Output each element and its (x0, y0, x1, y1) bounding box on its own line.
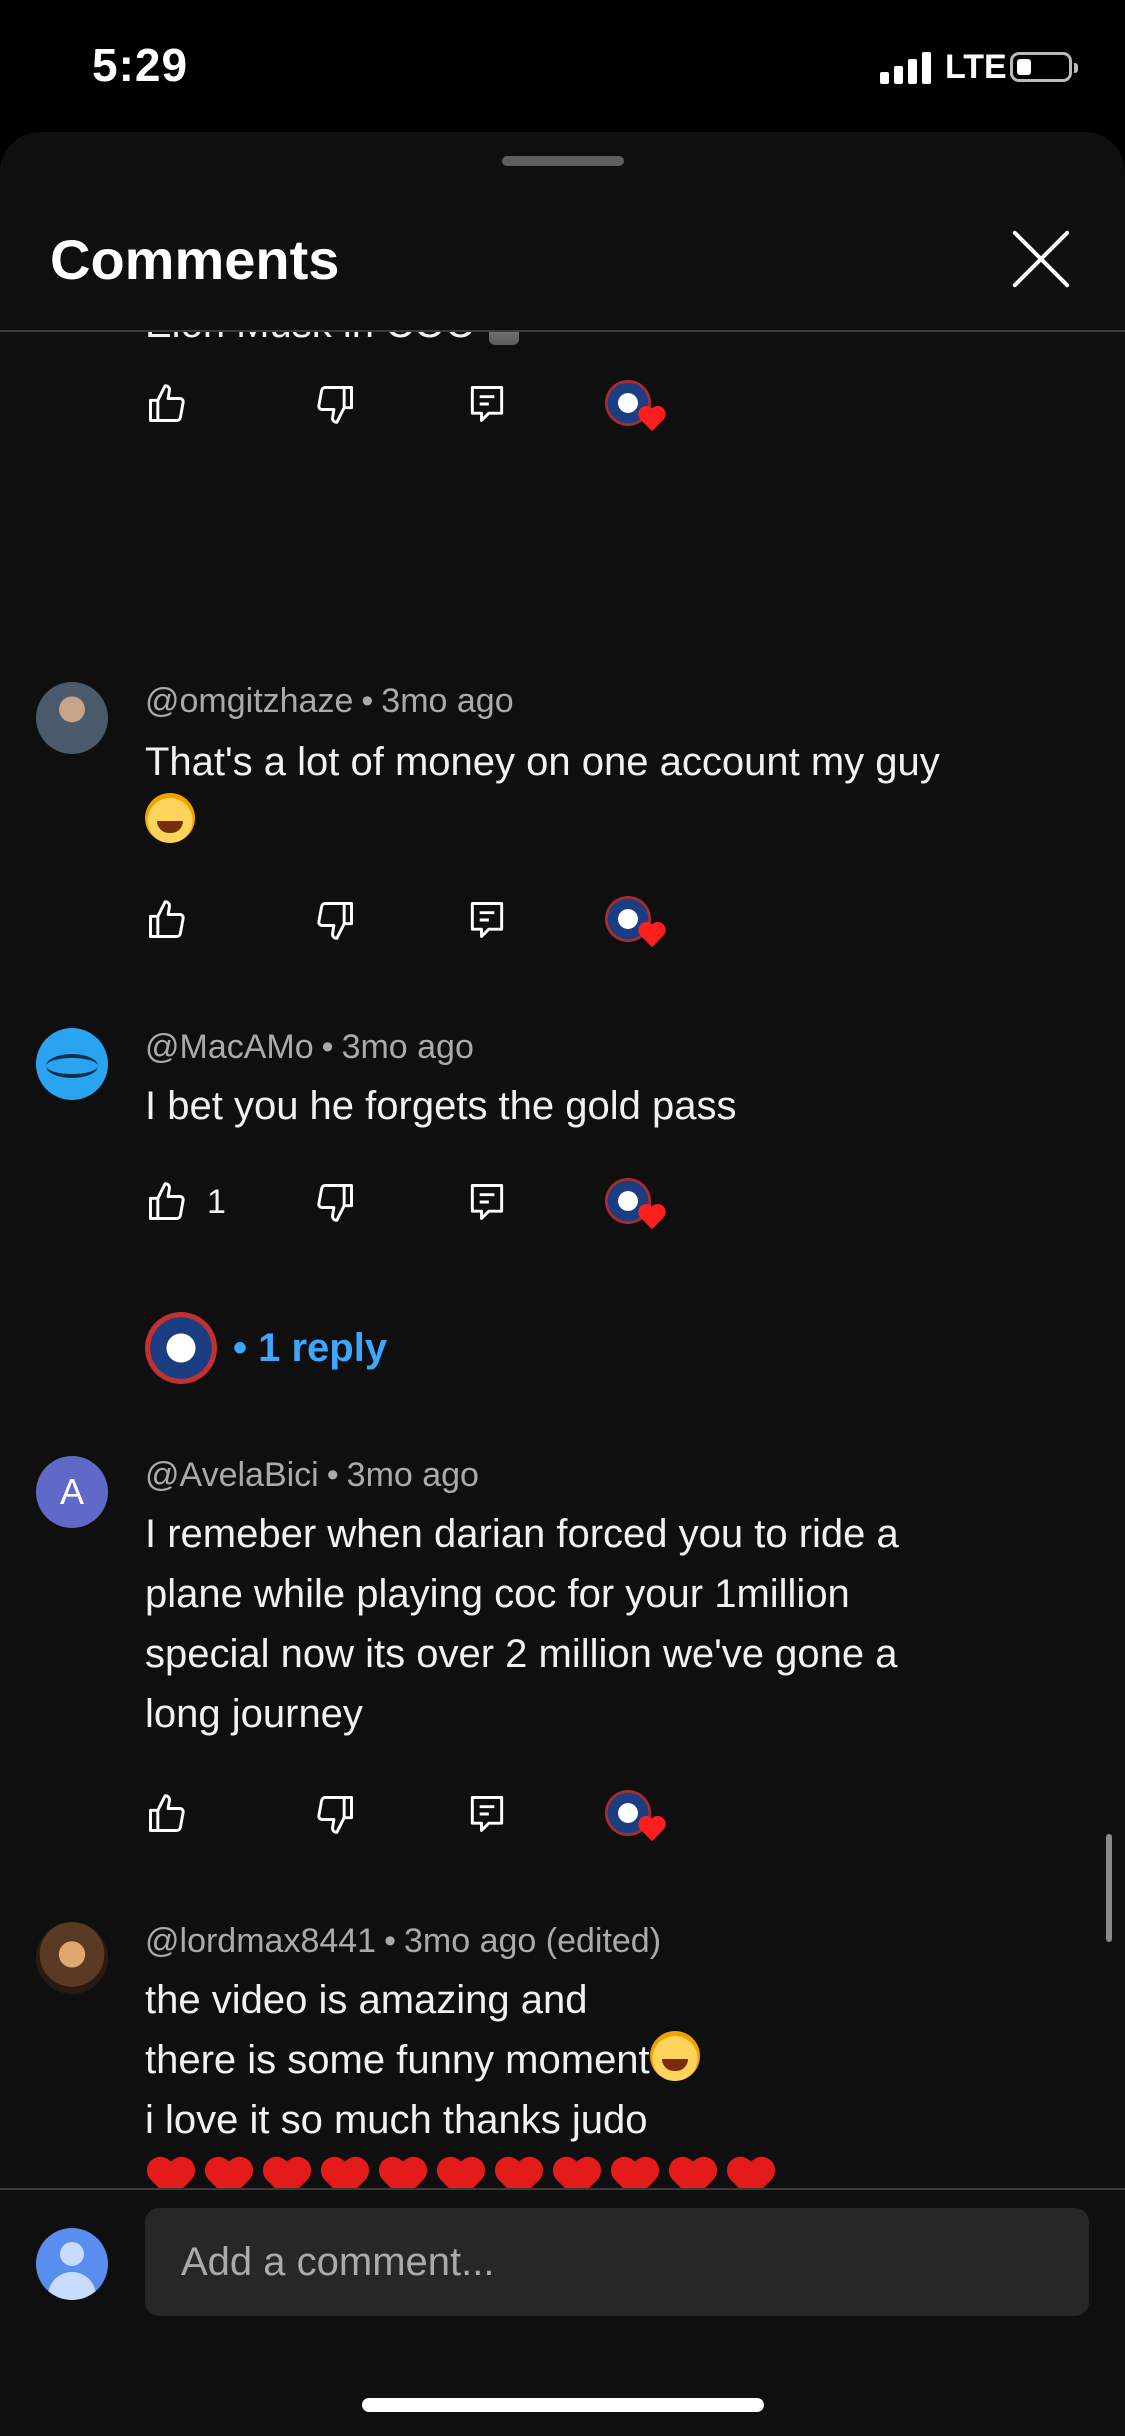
like-button[interactable] (145, 890, 189, 950)
dislike-button[interactable] (313, 1784, 357, 1844)
comment-list[interactable]: Elon Musk in COC @omgitzhaze•3mo ago (0, 332, 1125, 2320)
status-time: 5:29 (92, 39, 189, 91)
dislike-icon (317, 1796, 353, 1834)
scrollbar[interactable] (1106, 1834, 1112, 1942)
creator-avatar (145, 1312, 217, 1384)
like-icon (149, 1182, 185, 1220)
avatar[interactable] (36, 1922, 108, 1994)
reply-icon (470, 1184, 504, 1220)
dislike-button[interactable] (313, 1172, 357, 1232)
creator-heart-icon (637, 1814, 667, 1844)
sheet-title: Comments (50, 228, 340, 291)
comment-author[interactable]: @AvelaBici (145, 1456, 319, 1494)
dislike-icon (317, 386, 353, 424)
network-label: LTE (945, 48, 1007, 86)
avatar[interactable] (36, 682, 108, 754)
like-button[interactable] (145, 1784, 189, 1844)
comment-meta: @omgitzhaze • 3mo ago (145, 682, 514, 720)
like-button[interactable]: 1 (145, 1172, 226, 1232)
comment-actions: 1 (145, 1172, 1045, 1232)
reply-button[interactable] (465, 890, 509, 950)
comment-meta: @MacAMo • 3mo ago (145, 1028, 474, 1066)
comment-author[interactable]: @lordmax8441 (145, 1922, 376, 1960)
reply-icon (470, 1796, 504, 1832)
comment-age: 3mo ago (341, 1028, 474, 1066)
comment-actions (145, 890, 1045, 950)
comment-text: I remeber when darian forced you to ride… (145, 1512, 899, 1736)
comment-author[interactable]: @omgitzhaze (145, 682, 353, 720)
laughing-emoji (649, 2031, 700, 2081)
like-icon (149, 900, 185, 938)
comment-meta: @lordmax8441 • 3mo ago (edited) (145, 1922, 662, 1960)
home-indicator[interactable] (362, 2398, 764, 2412)
signal-icon (880, 52, 931, 84)
like-icon (149, 1794, 185, 1832)
drag-handle[interactable] (502, 156, 624, 166)
creator-heart-icon (637, 920, 667, 950)
comment-age: 3mo ago (381, 682, 514, 720)
avatar[interactable]: A (36, 1456, 108, 1528)
creator-heart-icon (637, 404, 667, 434)
reply-button[interactable] (465, 1784, 509, 1844)
comment-text: I bet you he forgets the gold pass (145, 1084, 737, 1128)
dislike-icon (317, 902, 353, 940)
dislike-button[interactable] (313, 374, 357, 434)
creator-heart (605, 890, 669, 950)
comment-age: 3mo ago (346, 1456, 479, 1494)
moai-emoji (489, 332, 520, 345)
partial-comment-text: Elon Musk in COC (145, 332, 520, 347)
comment-actions (145, 1784, 1045, 1844)
comment-text: the video is amazing and there is some f… (145, 1970, 1045, 2204)
reply-icon (470, 902, 504, 938)
replies-count: 1 reply (258, 1325, 388, 1370)
comment-author[interactable]: @MacAMo (145, 1028, 314, 1066)
dislike-button[interactable] (313, 890, 357, 950)
like-icon (149, 384, 185, 422)
creator-heart (605, 374, 669, 434)
comment-actions (145, 374, 1045, 434)
avatar[interactable] (36, 1028, 108, 1100)
laughing-emoji (145, 793, 195, 843)
dislike-icon (317, 1184, 353, 1222)
comment-meta: @AvelaBici • 3mo ago (145, 1456, 479, 1494)
comment-age: 3mo ago (edited) (403, 1922, 662, 1960)
reply-icon (470, 386, 504, 422)
creator-heart (605, 1784, 669, 1844)
reply-button[interactable] (465, 374, 509, 434)
view-replies-button[interactable]: • 1 reply (145, 1310, 387, 1386)
like-count: 1 (207, 1182, 226, 1221)
creator-heart (605, 1172, 669, 1232)
reply-button[interactable] (465, 1172, 509, 1232)
status-bar: 5:29 LTE (0, 0, 1125, 130)
like-button[interactable] (145, 374, 189, 434)
comments-sheet: Comments Elon Musk in COC (0, 132, 1125, 2436)
comment-input[interactable] (145, 2208, 1089, 2316)
comment-text: That's a lot of money on one account my … (145, 732, 1045, 852)
battery-icon (1010, 52, 1078, 82)
close-button[interactable] (1010, 228, 1072, 290)
creator-heart-icon (637, 1202, 667, 1232)
user-avatar[interactable] (36, 2228, 108, 2300)
